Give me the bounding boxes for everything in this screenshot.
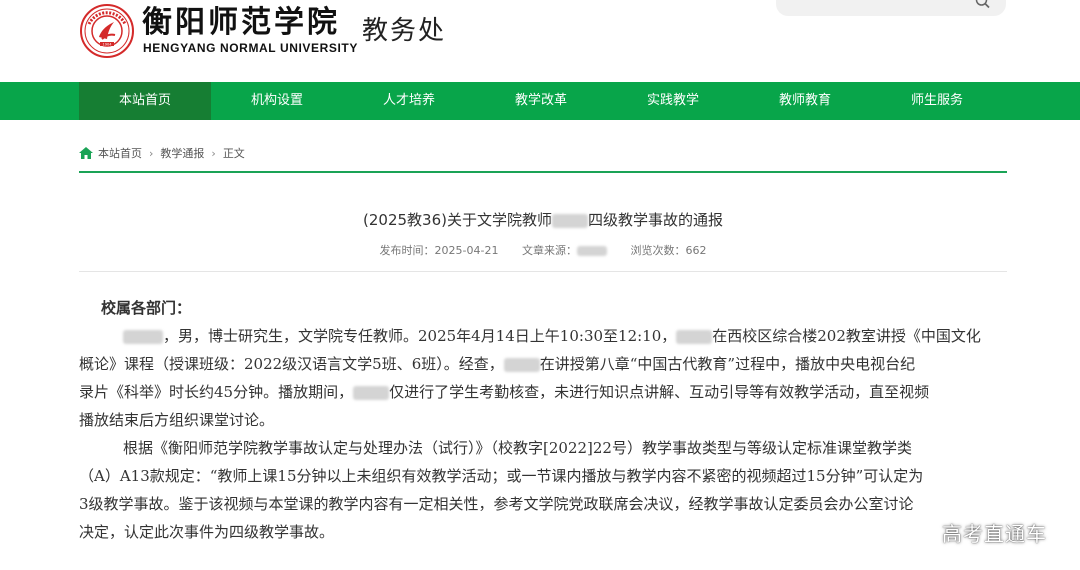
meta-divider — [79, 271, 1007, 272]
redacted-name — [353, 386, 390, 400]
paragraph-line: 概论》课程（授课班级：2022级汉语言文学5班、6班）。经查， 在讲授第八章“中国… — [79, 355, 916, 373]
nav-item-teacher-education[interactable]: 教师教育 — [739, 82, 871, 120]
source-label: 文章来源： — [521, 244, 577, 257]
paragraph-line: 3级教学事故。鉴于该视频与本堂课的教学内容有一定相关性，参考文学院党政联席会决议… — [79, 495, 914, 513]
nav-item-organization[interactable]: 机构设置 — [211, 82, 343, 120]
salutation: 校属各部门： — [101, 299, 192, 317]
nav-item-talent-training[interactable]: 人才培养 — [343, 82, 475, 120]
title-suffix: 四级教学事故的通报 — [587, 211, 723, 229]
views-count: 662 — [685, 244, 707, 257]
article-title: (2025教36)关于文学院教师 四级教学事故的通报 — [79, 209, 1007, 231]
redacted-name — [503, 358, 540, 372]
breadcrumb-current: 正文 — [222, 147, 245, 160]
paragraph-line: （A）A13款规定：“教师上课15分钟以上未组织有效教学活动；或一节课内播放与教… — [79, 467, 924, 485]
views-label: 浏览次数： — [630, 244, 686, 257]
home-icon[interactable] — [79, 147, 93, 159]
nav-item-teaching-reform[interactable]: 教学改革 — [475, 82, 607, 120]
article-meta: 发布时间：2025-04-21 文章来源： 浏览次数：662 — [79, 243, 1007, 259]
breadcrumb: 本站首页 › 教学通报 › 正文 — [79, 143, 245, 163]
search-box[interactable] — [776, 0, 1006, 16]
nav-item-services[interactable]: 师生服务 — [871, 82, 1003, 120]
site-header: 1904 衡阳师范学院 HENGYANG NORMAL UNIVERSITY 教… — [0, 0, 1080, 82]
published-label: 发布时间： — [379, 244, 435, 257]
paragraph-line: 决定，认定此次事件为四级教学事故。 — [79, 523, 335, 541]
paragraph-line: 根据《衡阳师范学院教学事故认定与处理办法（试行）》（校教字[2022]22号）教… — [123, 439, 912, 457]
nav-item-home[interactable]: 本站首页 — [79, 82, 211, 120]
university-name-cn[interactable]: 衡阳师范学院 — [142, 4, 340, 42]
main-nav: 本站首页 机构设置 人才培养 教学改革 实践教学 教师教育 师生服务 — [0, 82, 1080, 120]
university-name-en: HENGYANG NORMAL UNIVERSITY — [143, 41, 358, 55]
breadcrumb-home[interactable]: 本站首页 — [98, 145, 142, 161]
redacted-source — [576, 246, 607, 256]
paragraph-line: 播放结束后方组织课堂讨论。 — [79, 411, 275, 429]
paragraph-line: 录片《科举》时长约45分钟。播放期间， 仅进行了学生考勤核查，未进行知识点讲解、互… — [79, 383, 930, 401]
department-name: 教务处 — [362, 16, 447, 46]
redacted-name — [676, 330, 713, 344]
redacted-name — [551, 213, 588, 228]
title-prefix: (2025教36)关于文学院教师 — [363, 211, 552, 229]
redacted-name — [123, 330, 163, 344]
university-seal-logo[interactable]: 1904 — [80, 4, 134, 58]
paragraph-line: ，男，博士研究生，文学院专任教师。2025年4月14日上午10:30至12:10… — [79, 322, 1007, 350]
breadcrumb-section[interactable]: 教学通报 — [160, 145, 204, 161]
seal-year: 1904 — [103, 42, 113, 46]
article-body: 校属各部门： ，男，博士研究生，文学院专任教师。2025年4月14日上午10:3… — [79, 294, 1007, 546]
watermark-text: 高考直通车 — [942, 522, 1047, 546]
divider — [79, 171, 1007, 173]
published-date: 2025-04-21 — [434, 244, 499, 257]
nav-item-practice-teaching[interactable]: 实践教学 — [607, 82, 739, 120]
breadcrumb-separator: › — [211, 146, 216, 160]
breadcrumb-separator: › — [149, 146, 154, 160]
search-icon[interactable] — [974, 0, 992, 12]
